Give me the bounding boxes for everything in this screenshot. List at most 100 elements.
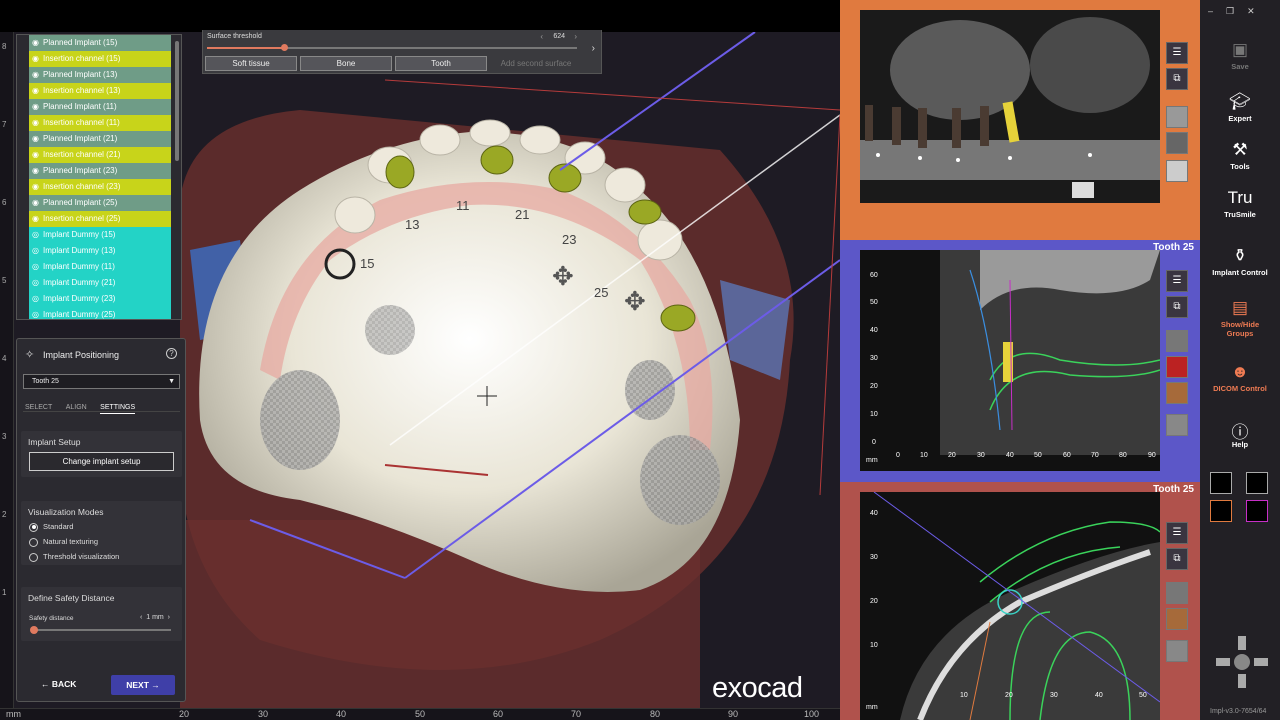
group-item[interactable]: ◎ Implant Dummy (21) bbox=[29, 275, 171, 291]
eye-icon[interactable]: ◉ bbox=[32, 115, 39, 131]
radio-icon[interactable] bbox=[29, 552, 38, 562]
save-button[interactable]: ▣ Save bbox=[1200, 40, 1280, 71]
layout-2-icon[interactable] bbox=[1246, 472, 1268, 494]
view-thumbnail[interactable] bbox=[1166, 132, 1188, 154]
cross-section-image[interactable]: 60 50 40 30 20 10 0 mm 0 10 20 30 40 50 … bbox=[860, 250, 1160, 471]
view-thumbnail[interactable] bbox=[1166, 106, 1188, 128]
eye-icon[interactable]: ◉ bbox=[32, 51, 39, 67]
axial-image[interactable]: 40 30 20 10 mm 10 20 30 40 50 bbox=[860, 492, 1160, 720]
help-button[interactable]: ⓘ Help bbox=[1200, 418, 1280, 449]
change-implant-setup-button[interactable]: Change implant setup bbox=[29, 452, 174, 471]
help-icon[interactable]: ? bbox=[166, 348, 177, 359]
radio-selected-icon[interactable] bbox=[29, 522, 38, 532]
minimize-icon[interactable]: – bbox=[1208, 6, 1226, 16]
group-item[interactable]: ◎ Implant Dummy (15) bbox=[29, 227, 171, 243]
view-thumbnail[interactable] bbox=[1166, 582, 1188, 604]
eye-icon[interactable]: ◉ bbox=[32, 163, 39, 179]
radio-icon[interactable] bbox=[29, 537, 38, 547]
eye-icon[interactable]: ◉ bbox=[32, 67, 39, 83]
link-icon[interactable]: ◎ bbox=[32, 243, 39, 259]
group-item[interactable]: ◉ Insertion channel (13) bbox=[29, 83, 171, 99]
trusmile-button[interactable]: Tru TruSmile bbox=[1200, 188, 1280, 219]
group-item[interactable]: ◉ Insertion channel (25) bbox=[29, 211, 171, 227]
threshold-value[interactable]: 624 bbox=[553, 33, 565, 40]
bone-button[interactable]: Bone bbox=[300, 56, 392, 71]
radio-natural-texturing[interactable]: Natural texturing bbox=[21, 534, 182, 549]
group-item[interactable]: ◉ Insertion channel (23) bbox=[29, 179, 171, 195]
implant-control-button[interactable]: ⚱ Implant Control bbox=[1200, 246, 1280, 277]
link-icon[interactable]: ◎ bbox=[32, 307, 39, 319]
layout-icon[interactable]: ⧉ bbox=[1166, 296, 1188, 318]
layout-1-icon[interactable] bbox=[1210, 472, 1232, 494]
list-icon[interactable]: ☰ bbox=[1166, 42, 1188, 64]
next-button[interactable]: NEXT → bbox=[111, 675, 175, 695]
eye-icon[interactable]: ◉ bbox=[32, 131, 39, 147]
chevron-right-icon[interactable]: › bbox=[574, 32, 577, 41]
soft-tissue-button[interactable]: Soft tissue bbox=[205, 56, 297, 71]
add-second-surface-button[interactable]: Add second surface bbox=[490, 56, 582, 71]
link-icon[interactable]: ◎ bbox=[32, 227, 39, 243]
eye-icon[interactable]: ◉ bbox=[32, 211, 39, 227]
tools-button[interactable]: ⚒ Tools bbox=[1200, 140, 1280, 171]
safety-distance-slider[interactable] bbox=[30, 626, 171, 634]
threshold-slider-handle[interactable] bbox=[281, 44, 288, 51]
tooth-select[interactable]: Tooth 25 ▼ bbox=[23, 374, 180, 389]
link-icon[interactable]: ◎ bbox=[32, 259, 39, 275]
eye-icon[interactable]: ◉ bbox=[32, 147, 39, 163]
group-item[interactable]: ◉ Planned Implant (25) bbox=[29, 195, 171, 211]
dicom-control-button[interactable]: ☻ DICOM Control bbox=[1200, 362, 1280, 393]
tab-settings[interactable]: SETTINGS bbox=[100, 404, 136, 414]
safety-distance-handle[interactable] bbox=[30, 626, 38, 634]
layout-icon[interactable]: ⧉ bbox=[1166, 548, 1188, 570]
eye-icon[interactable]: ◉ bbox=[32, 83, 39, 99]
panoramic-view-pane[interactable]: ☰ ⧉ bbox=[840, 0, 1200, 240]
layout-4-icon[interactable] bbox=[1246, 500, 1268, 522]
layout-icon[interactable]: ⧉ bbox=[1166, 68, 1188, 90]
group-item[interactable]: ◉ Planned Implant (11) bbox=[29, 99, 171, 115]
show-hide-groups-button[interactable]: ▤ Show/Hide Groups bbox=[1200, 298, 1280, 338]
threshold-slider[interactable] bbox=[207, 44, 577, 51]
radio-threshold-visualization[interactable]: Threshold visualization bbox=[21, 549, 182, 564]
view-thumbnail[interactable] bbox=[1166, 640, 1188, 662]
back-button[interactable]: ← BACK bbox=[41, 679, 76, 689]
group-item[interactable]: ◉ Planned Implant (15) bbox=[29, 35, 171, 51]
group-item[interactable]: ◉ Planned Implant (21) bbox=[29, 131, 171, 147]
view-thumbnail[interactable] bbox=[1166, 356, 1188, 378]
close-icon[interactable]: ✕ bbox=[1247, 6, 1268, 16]
link-icon[interactable]: ◎ bbox=[32, 291, 39, 307]
list-icon[interactable]: ☰ bbox=[1166, 270, 1188, 292]
group-item[interactable]: ◉ Insertion channel (11) bbox=[29, 115, 171, 131]
group-item[interactable]: ◉ Planned Implant (13) bbox=[29, 67, 171, 83]
group-item[interactable]: ◎ Implant Dummy (13) bbox=[29, 243, 171, 259]
group-item[interactable]: ◎ Implant Dummy (23) bbox=[29, 291, 171, 307]
group-item[interactable]: ◎ Implant Dummy (11) bbox=[29, 259, 171, 275]
view-thumbnail[interactable] bbox=[1166, 608, 1188, 630]
layout-3-icon[interactable] bbox=[1210, 500, 1232, 522]
group-item[interactable]: ◉ Insertion channel (15) bbox=[29, 51, 171, 67]
radio-standard[interactable]: Standard bbox=[21, 519, 182, 534]
tooth-button[interactable]: Tooth bbox=[395, 56, 487, 71]
chevron-left-icon[interactable]: ‹ bbox=[540, 32, 543, 41]
panoramic-image[interactable] bbox=[860, 10, 1160, 203]
list-icon[interactable]: ☰ bbox=[1166, 522, 1188, 544]
group-item[interactable]: ◉ Insertion channel (21) bbox=[29, 147, 171, 163]
view-thumbnail[interactable] bbox=[1166, 160, 1188, 182]
groups-scrollbar[interactable] bbox=[175, 41, 179, 161]
orientation-compass-icon[interactable] bbox=[1214, 632, 1270, 692]
expand-panel-icon[interactable]: › bbox=[592, 43, 595, 54]
restore-icon[interactable]: ❐ bbox=[1226, 6, 1247, 16]
eye-icon[interactable]: ◉ bbox=[32, 35, 39, 51]
expert-button[interactable]: 🎓︎ Expert bbox=[1200, 92, 1280, 123]
link-icon[interactable]: ◎ bbox=[32, 275, 39, 291]
view-thumbnail[interactable] bbox=[1166, 330, 1188, 352]
eye-icon[interactable]: ◉ bbox=[32, 179, 39, 195]
safety-distance-value[interactable]: ‹ 1 mm › bbox=[140, 614, 170, 621]
groups-list[interactable]: ◉ Planned Implant (15) ◉ Insertion channel … bbox=[16, 34, 182, 320]
view-thumbnail[interactable] bbox=[1166, 414, 1188, 436]
eye-icon[interactable]: ◉ bbox=[32, 195, 39, 211]
eye-icon[interactable]: ◉ bbox=[32, 99, 39, 115]
group-item[interactable]: ◎ Implant Dummy (25) bbox=[29, 307, 171, 319]
cross-section-view-pane[interactable]: Tooth 25 60 50 40 30 20 10 0 mm 0 10 20 … bbox=[840, 240, 1200, 482]
view-thumbnail[interactable] bbox=[1166, 382, 1188, 404]
axial-view-pane[interactable]: Tooth 25 40 30 20 10 mm 10 20 30 40 50 ☰… bbox=[840, 482, 1200, 720]
